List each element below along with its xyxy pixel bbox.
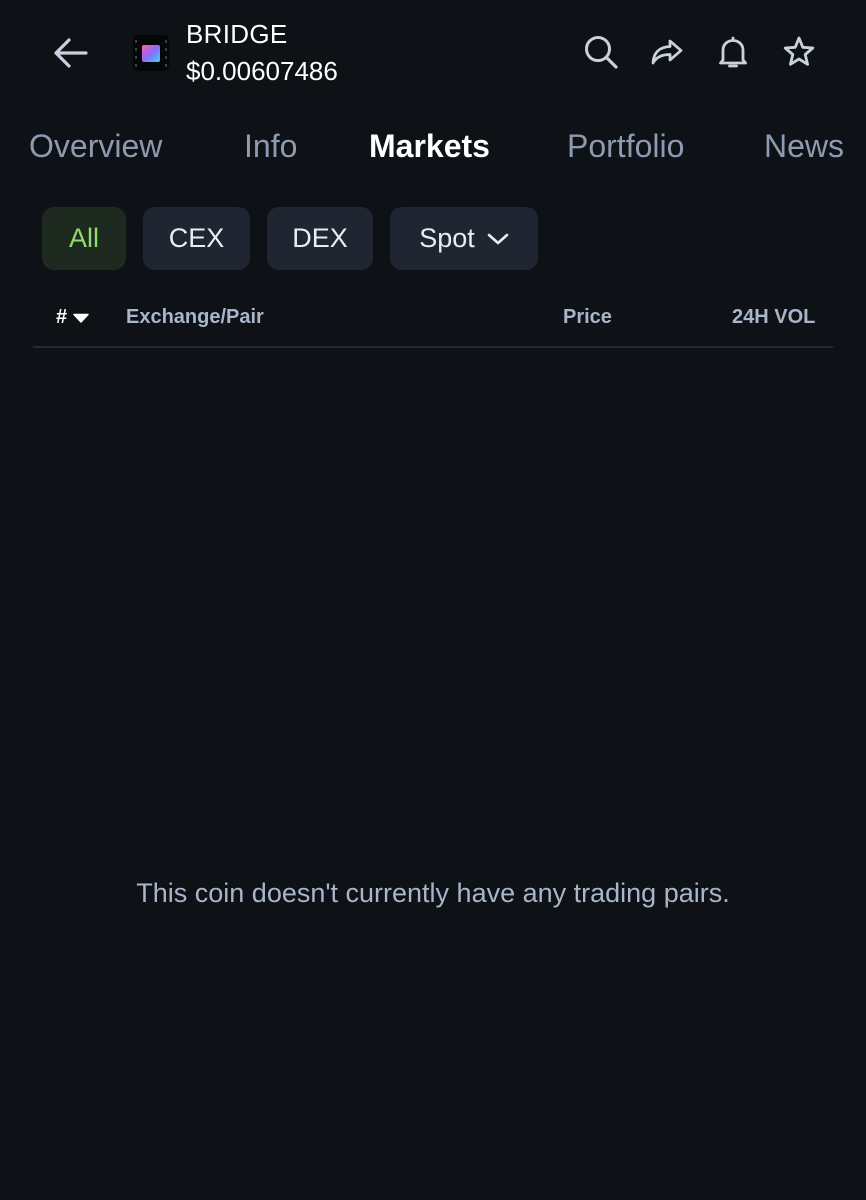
tab-portfolio[interactable]: Portfolio bbox=[567, 128, 684, 165]
filter-all-chip[interactable]: All bbox=[42, 207, 126, 270]
star-icon bbox=[783, 36, 815, 66]
tab-markets[interactable]: Markets bbox=[369, 128, 490, 165]
rank-column-header[interactable]: # bbox=[56, 306, 89, 329]
exchange-pair-column-header[interactable]: Exchange/Pair bbox=[126, 306, 264, 329]
back-arrow-icon bbox=[54, 38, 88, 68]
filter-cex-chip[interactable]: CEX bbox=[143, 207, 250, 270]
sort-caret-down-icon bbox=[73, 313, 89, 323]
chevron-down-icon bbox=[487, 233, 509, 244]
bridge-coin-logo bbox=[130, 32, 172, 74]
coin-name: BRIDGE bbox=[186, 19, 288, 49]
watchlist-button[interactable] bbox=[779, 32, 819, 72]
volume-column-header[interactable]: 24H VOL bbox=[732, 306, 815, 329]
market-type-label: Spot bbox=[419, 223, 475, 253]
price-alert-button[interactable] bbox=[713, 32, 753, 72]
share-icon bbox=[651, 39, 683, 65]
back-button[interactable] bbox=[48, 30, 94, 76]
price-column-header[interactable]: Price bbox=[563, 306, 612, 329]
rank-column-label: # bbox=[56, 306, 68, 328]
tab-news[interactable]: News bbox=[764, 128, 844, 165]
empty-state-message: This coin doesn't currently have any tra… bbox=[136, 878, 730, 908]
tab-overview[interactable]: Overview bbox=[29, 128, 162, 165]
header: BRIDGE $0.00607486 bbox=[0, 0, 866, 104]
share-button[interactable] bbox=[647, 32, 687, 72]
table-header-divider bbox=[33, 346, 833, 348]
tab-info[interactable]: Info bbox=[244, 128, 297, 165]
search-button[interactable] bbox=[581, 32, 621, 72]
coin-price: $0.00607486 bbox=[186, 56, 338, 86]
filter-dex-chip[interactable]: DEX bbox=[267, 207, 373, 270]
search-icon bbox=[585, 36, 618, 69]
bell-icon bbox=[719, 36, 747, 68]
market-type-dropdown[interactable]: Spot bbox=[390, 207, 538, 270]
